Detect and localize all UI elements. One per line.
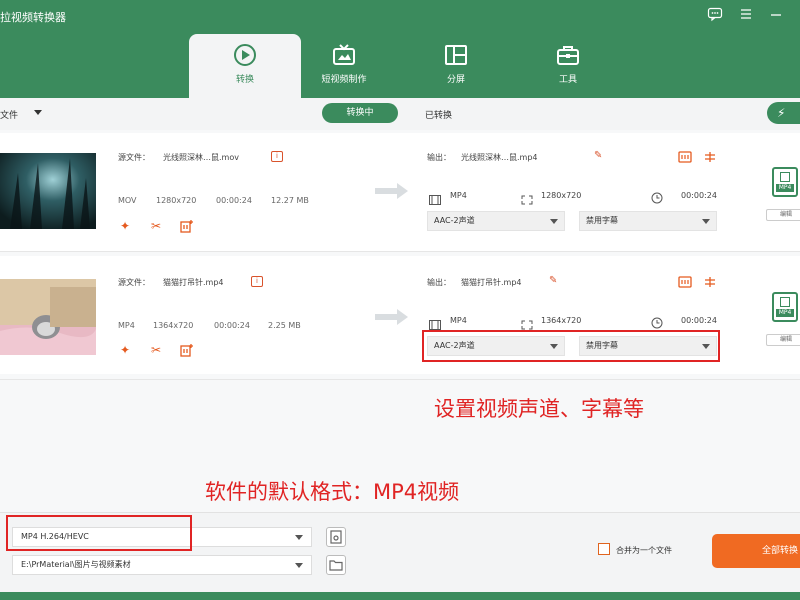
tab-convert-label: 转换: [235, 75, 254, 85]
source-format: MOV: [118, 196, 137, 205]
open-folder-button[interactable]: [326, 555, 346, 575]
annotation-default-format: 软件的默认格式：MP4视频: [205, 480, 460, 504]
tab-tools-label: 工具: [558, 75, 577, 85]
magic-wand-icon[interactable]: ✦: [118, 343, 132, 357]
film-icon: [780, 297, 790, 307]
tab-split-screen-label: 分屏: [446, 75, 465, 85]
video-settings-icon[interactable]: [678, 150, 692, 164]
source-format: MP4: [118, 321, 135, 330]
row-divider: [0, 251, 800, 252]
film-icon: [429, 190, 441, 205]
output-path-value: E:\PrMaterial\图片与视频素材: [21, 560, 131, 569]
highlight-box-audio-subtitle: [422, 330, 720, 362]
source-resolution: 1364x720: [153, 321, 194, 330]
output-resolution: 1280x720: [541, 191, 582, 200]
rename-icon[interactable]: ✎: [594, 150, 606, 162]
hardware-acceleration-button[interactable]: ⚡: [767, 102, 800, 124]
output-label: 输出：: [427, 278, 451, 287]
video-thumbnail[interactable]: [0, 153, 96, 229]
chevron-down-icon: [550, 219, 558, 224]
clock-icon: [651, 314, 663, 329]
split-screen-icon: [443, 42, 469, 68]
merge-checkbox[interactable]: [598, 543, 610, 555]
video-maker-icon: [331, 42, 357, 68]
chat-icon[interactable]: [707, 6, 723, 22]
resize-icon: [521, 190, 533, 205]
minimize-icon[interactable]: [768, 6, 784, 22]
convert-icon: [232, 42, 258, 68]
chevron-down-icon: [295, 535, 303, 540]
film-icon: [429, 315, 441, 330]
output-file-name: 光线照深林…鼠.mp4: [461, 153, 538, 162]
tab-video-maker[interactable]: 短视频制作: [288, 34, 400, 98]
audio-channel-value: AAC-2声道: [434, 216, 475, 225]
subtitle-value: 禁用字幕: [586, 216, 618, 225]
bottom-strip: [0, 592, 800, 600]
toolbar: [0, 98, 800, 130]
edit-format-button[interactable]: 编辑: [766, 209, 800, 221]
chevron-down-icon: [702, 219, 710, 224]
source-size: 2.25 MB: [268, 321, 301, 330]
output-format: MP4: [450, 316, 467, 325]
video-settings-icon[interactable]: [678, 275, 692, 289]
info-icon[interactable]: i: [251, 276, 263, 287]
source-label: 源文件：: [118, 278, 150, 287]
arrow-right-icon: [375, 182, 409, 200]
output-label: 输出：: [427, 153, 451, 162]
chevron-down-icon: [295, 563, 303, 568]
output-duration: 00:00:24: [681, 191, 717, 200]
source-duration: 00:00:24: [214, 321, 250, 330]
scissors-icon[interactable]: ✂: [149, 343, 163, 357]
adjust-icon[interactable]: [703, 275, 717, 289]
tab-converting[interactable]: 转换中: [322, 103, 398, 123]
output-path-select[interactable]: E:\PrMaterial\图片与视频素材: [12, 555, 312, 575]
scissors-icon[interactable]: ✂: [149, 219, 163, 233]
tab-tools[interactable]: 工具: [512, 34, 624, 98]
annotation-audio-subtitle: 设置视频声道、字幕等: [434, 397, 644, 421]
output-resolution: 1364x720: [541, 316, 582, 325]
edit-format-button[interactable]: 编辑: [766, 334, 800, 346]
rename-icon[interactable]: ✎: [549, 275, 561, 287]
app-title: 拉视频转换器: [0, 11, 66, 24]
source-resolution: 1280x720: [156, 196, 197, 205]
output-format-badge[interactable]: MP4: [772, 167, 798, 197]
file-menu[interactable]: 文件: [0, 108, 18, 121]
format-settings-button[interactable]: [326, 527, 346, 547]
tab-video-maker-label: 短视频制作: [321, 75, 367, 85]
output-duration: 00:00:24: [681, 316, 717, 325]
edit-video-icon[interactable]: [180, 219, 194, 233]
badge-label: MP4: [776, 184, 794, 192]
merge-label: 合并为一个文件: [616, 546, 672, 555]
resize-icon: [521, 315, 533, 330]
convert-all-button[interactable]: 全部转换: [712, 534, 800, 568]
subtitle-select[interactable]: 禁用字幕: [579, 211, 717, 231]
tab-convert[interactable]: 转换: [189, 34, 301, 98]
highlight-box-format: [6, 515, 192, 551]
adjust-icon[interactable]: [703, 150, 717, 164]
output-format-badge[interactable]: MP4: [772, 292, 798, 322]
source-file-name: 光线照深林…鼠.mov: [163, 153, 239, 162]
info-icon[interactable]: i: [271, 151, 283, 162]
output-format: MP4: [450, 191, 467, 200]
tab-split-screen[interactable]: 分屏: [400, 34, 512, 98]
tab-converted[interactable]: 已转换: [425, 108, 452, 121]
arrow-right-icon: [375, 308, 409, 326]
output-file-name: 猫猫打吊针.mp4: [461, 278, 522, 287]
toolbox-icon: [555, 42, 581, 68]
audio-channel-select[interactable]: AAC-2声道: [427, 211, 565, 231]
badge-label: MP4: [776, 309, 794, 317]
source-size: 12.27 MB: [271, 196, 309, 205]
film-icon: [780, 172, 790, 182]
edit-video-icon[interactable]: [180, 343, 194, 357]
source-duration: 00:00:24: [216, 196, 252, 205]
clock-icon: [651, 189, 663, 204]
source-label: 源文件：: [118, 153, 150, 162]
chevron-down-icon[interactable]: [34, 110, 42, 115]
menu-icon[interactable]: [738, 6, 754, 22]
source-file-name: 猫猫打吊针.mp4: [163, 278, 224, 287]
row-divider: [0, 379, 800, 380]
magic-wand-icon[interactable]: ✦: [118, 219, 132, 233]
video-thumbnail[interactable]: [0, 279, 96, 355]
